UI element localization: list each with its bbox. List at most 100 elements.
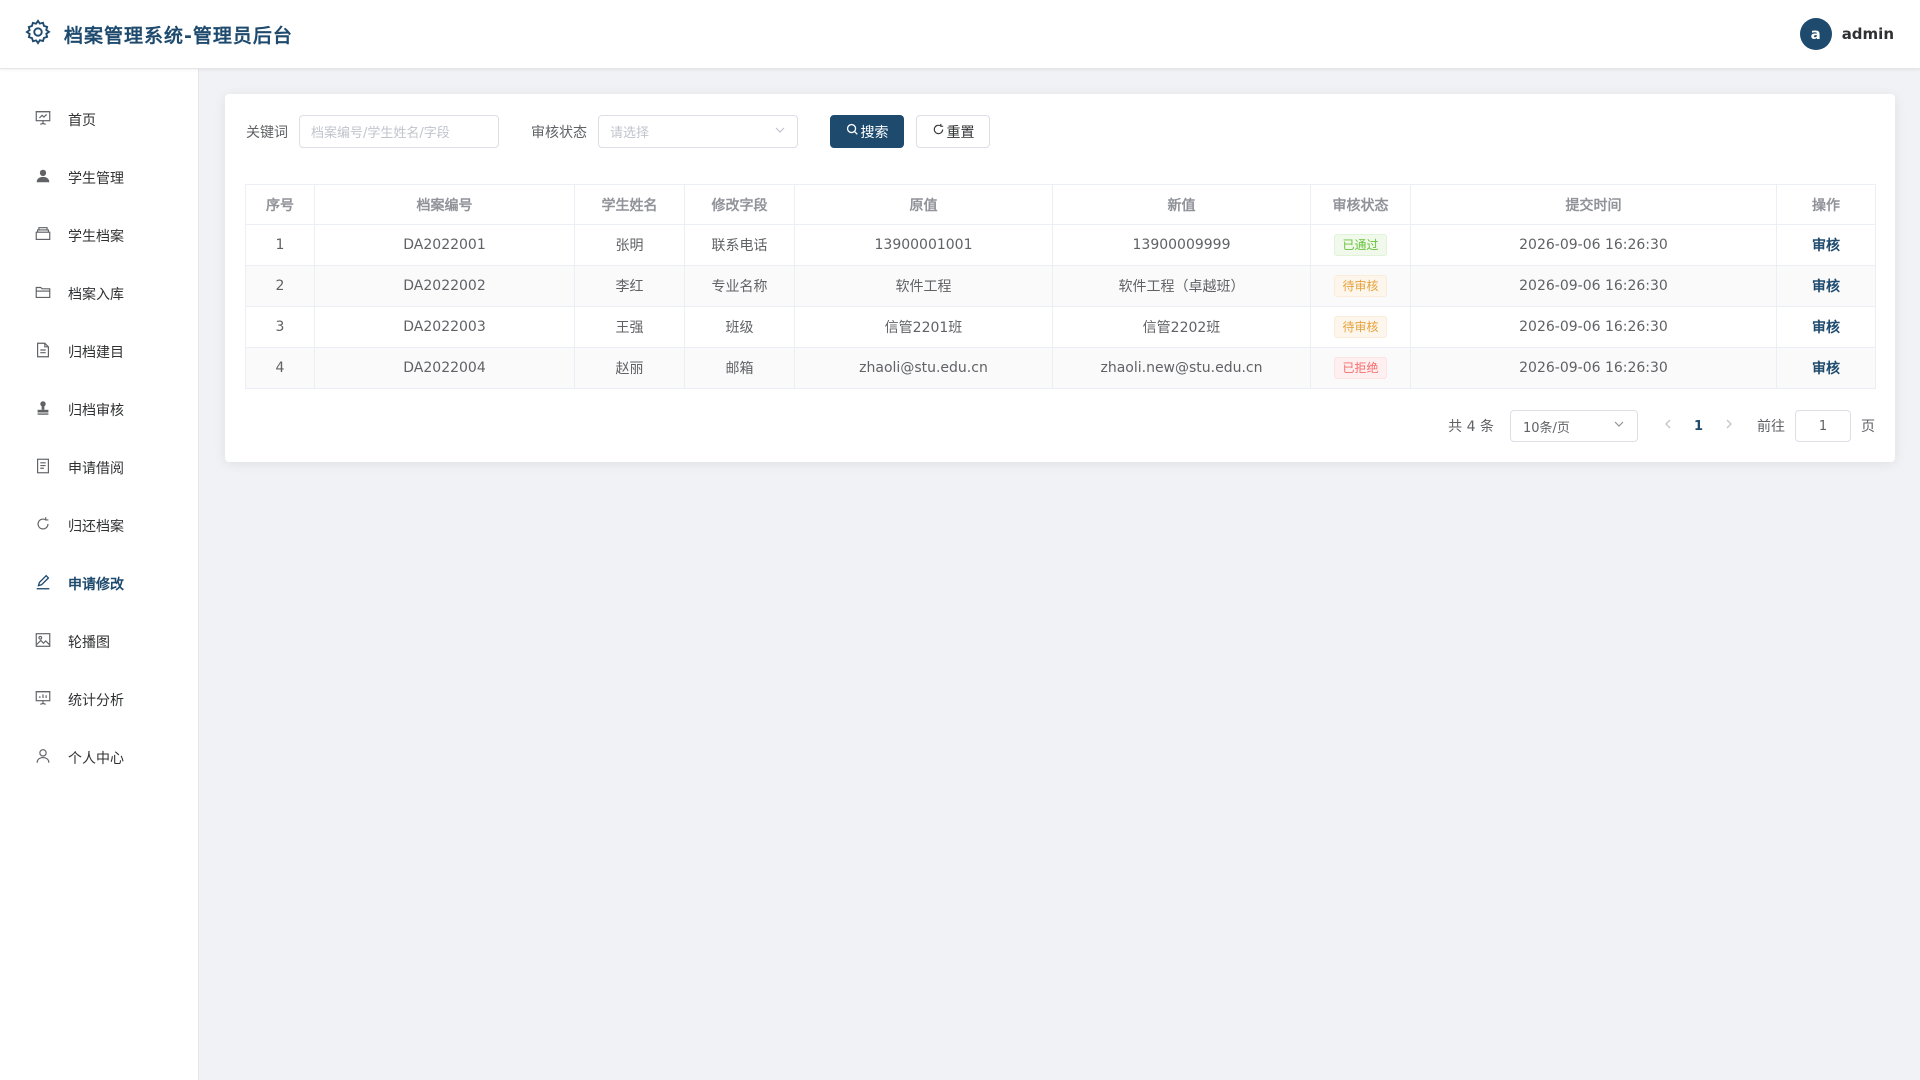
sidebar-item-archive-catalog[interactable]: 归档建目 <box>0 323 198 381</box>
student-name: 王强 <box>574 306 685 348</box>
brand: 档案管理系统-管理员后台 <box>24 18 293 50</box>
goto-page-input[interactable]: 1 <box>1795 410 1851 442</box>
document-icon <box>34 341 52 363</box>
submit-time: 2026-09-06 16:26:30 <box>1410 265 1777 307</box>
tickets-icon <box>34 457 52 479</box>
row-index: 1 <box>245 224 315 266</box>
app-title: 档案管理系统-管理员后台 <box>64 24 293 47</box>
reset-button-label: 重置 <box>946 124 975 141</box>
chevron-right-icon[interactable] <box>1723 418 1735 434</box>
search-icon <box>846 123 861 140</box>
table-row: 3 DA2022003 王强 班级 信管2201班 信管2202班 待审核 20… <box>245 306 1876 348</box>
submit-time: 2026-09-06 16:26:30 <box>1410 347 1777 389</box>
status-badge: 已通过 <box>1334 234 1387 256</box>
page-size-value: 10条/页 <box>1522 420 1570 436</box>
student-name: 赵丽 <box>574 347 685 389</box>
total-count: 共 4 条 <box>1448 419 1494 435</box>
modified-field: 邮箱 <box>684 347 795 389</box>
review-link[interactable]: 审核 <box>1812 361 1840 377</box>
sidebar-item-label: 申请借阅 <box>68 461 124 477</box>
sidebar-item-modify-request[interactable]: 申请修改 <box>0 555 198 613</box>
review-link[interactable]: 审核 <box>1812 279 1840 295</box>
table-row: 1 DA2022001 张明 联系电话 13900001001 13900009… <box>245 224 1876 266</box>
column-header: 学生姓名 <box>574 184 685 225</box>
avatar[interactable]: a <box>1799 18 1832 50</box>
archive-number: DA2022003 <box>314 306 575 348</box>
status-cell: 待审核 <box>1310 265 1411 307</box>
sidebar: 首页 学生管理 学生档案 档案入库 归档建目 归档审核 申请借阅 归还档案 申请… <box>0 69 199 1080</box>
refresh-icon <box>34 515 52 537</box>
column-header: 审核状态 <box>1310 184 1411 225</box>
sidebar-item-label: 学生档案 <box>68 229 124 245</box>
keyword-input[interactable]: 档案编号/学生姓名/字段 <box>299 115 499 148</box>
sidebar-item-statistics[interactable]: 统计分析 <box>0 671 198 729</box>
sidebar-item-carousel[interactable]: 轮播图 <box>0 613 198 671</box>
archive-number: DA2022002 <box>314 265 575 307</box>
sidebar-item-home[interactable]: 首页 <box>0 91 198 149</box>
column-header: 原值 <box>794 184 1053 225</box>
action-cell: 审核 <box>1776 265 1876 307</box>
student-name: 张明 <box>574 224 685 266</box>
column-header: 档案编号 <box>314 184 575 225</box>
review-link[interactable]: 审核 <box>1812 320 1840 336</box>
username[interactable]: admin <box>1842 25 1894 43</box>
top-header: 档案管理系统-管理员后台 a admin <box>0 0 1920 69</box>
action-cell: 审核 <box>1776 306 1876 348</box>
goto-label: 前往 <box>1757 419 1785 435</box>
student-name: 李红 <box>574 265 685 307</box>
row-index: 3 <box>245 306 315 348</box>
sidebar-item-borrow-request[interactable]: 申请借阅 <box>0 439 198 497</box>
modified-field: 班级 <box>684 306 795 348</box>
new-value: 信管2202班 <box>1052 306 1311 348</box>
sidebar-item-label: 首页 <box>68 113 96 129</box>
search-button[interactable]: 搜索 <box>830 115 904 148</box>
sidebar-item-label: 归档审核 <box>68 403 124 419</box>
status-cell: 已拒绝 <box>1310 347 1411 389</box>
sidebar-item-label: 归还档案 <box>68 519 124 535</box>
sidebar-item-students[interactable]: 学生管理 <box>0 149 198 207</box>
keyword-label: 关键词 <box>246 124 288 141</box>
search-button-label: 搜索 <box>860 124 889 141</box>
column-header: 提交时间 <box>1410 184 1777 225</box>
sidebar-item-label: 轮播图 <box>68 635 110 651</box>
submit-time: 2026-09-06 16:26:30 <box>1410 306 1777 348</box>
row-index: 4 <box>245 347 315 389</box>
sidebar-item-archive-review[interactable]: 归档审核 <box>0 381 198 439</box>
page-size-select[interactable]: 10条/页 <box>1509 410 1638 442</box>
review-link[interactable]: 审核 <box>1812 238 1840 254</box>
sidebar-item-student-archives[interactable]: 学生档案 <box>0 207 198 265</box>
column-header: 新值 <box>1052 184 1311 225</box>
table-row: 2 DA2022002 李红 专业名称 软件工程 软件工程（卓越班） 待审核 2… <box>245 265 1876 307</box>
chevron-down-icon <box>774 124 786 140</box>
row-index: 2 <box>245 265 315 307</box>
files-box-icon <box>34 225 52 247</box>
reset-button[interactable]: 重置 <box>916 115 990 148</box>
sidebar-item-label: 学生管理 <box>68 171 124 187</box>
page-number-current[interactable]: 1 <box>1694 419 1703 434</box>
old-value: 软件工程 <box>794 265 1053 307</box>
status-label: 审核状态 <box>531 124 587 141</box>
status-badge: 待审核 <box>1334 316 1387 338</box>
old-value: 信管2201班 <box>794 306 1053 348</box>
table-row: 4 DA2022004 赵丽 邮箱 zhaoli@stu.edu.cn zhao… <box>245 347 1876 389</box>
content-card: 关键词 档案编号/学生姓名/字段 审核状态 请选择 搜索 重置 序号 档案编号 … <box>225 94 1895 462</box>
pagination: 共 4 条 10条/页 1 前往 1 页 <box>1448 410 1875 442</box>
status-badge: 已拒绝 <box>1334 357 1387 379</box>
old-value: 13900001001 <box>794 224 1053 266</box>
sidebar-item-archive-storage[interactable]: 档案入库 <box>0 265 198 323</box>
modified-field: 联系电话 <box>684 224 795 266</box>
settings-gear-icon <box>24 18 52 50</box>
user-menu[interactable]: a admin <box>1799 18 1894 50</box>
action-cell: 审核 <box>1776 347 1876 389</box>
folder-open-icon <box>34 283 52 305</box>
new-value: zhaoli.new@stu.edu.cn <box>1052 347 1311 389</box>
edit-pen-icon <box>34 573 52 595</box>
new-value: 13900009999 <box>1052 224 1311 266</box>
chevron-down-icon <box>1613 418 1625 434</box>
sidebar-item-profile[interactable]: 个人中心 <box>0 729 198 787</box>
sidebar-item-return-archive[interactable]: 归还档案 <box>0 497 198 555</box>
status-select[interactable]: 请选择 <box>598 115 798 148</box>
picture-icon <box>34 631 52 653</box>
old-value: zhaoli@stu.edu.cn <box>794 347 1053 389</box>
chevron-left-icon[interactable] <box>1662 418 1674 434</box>
